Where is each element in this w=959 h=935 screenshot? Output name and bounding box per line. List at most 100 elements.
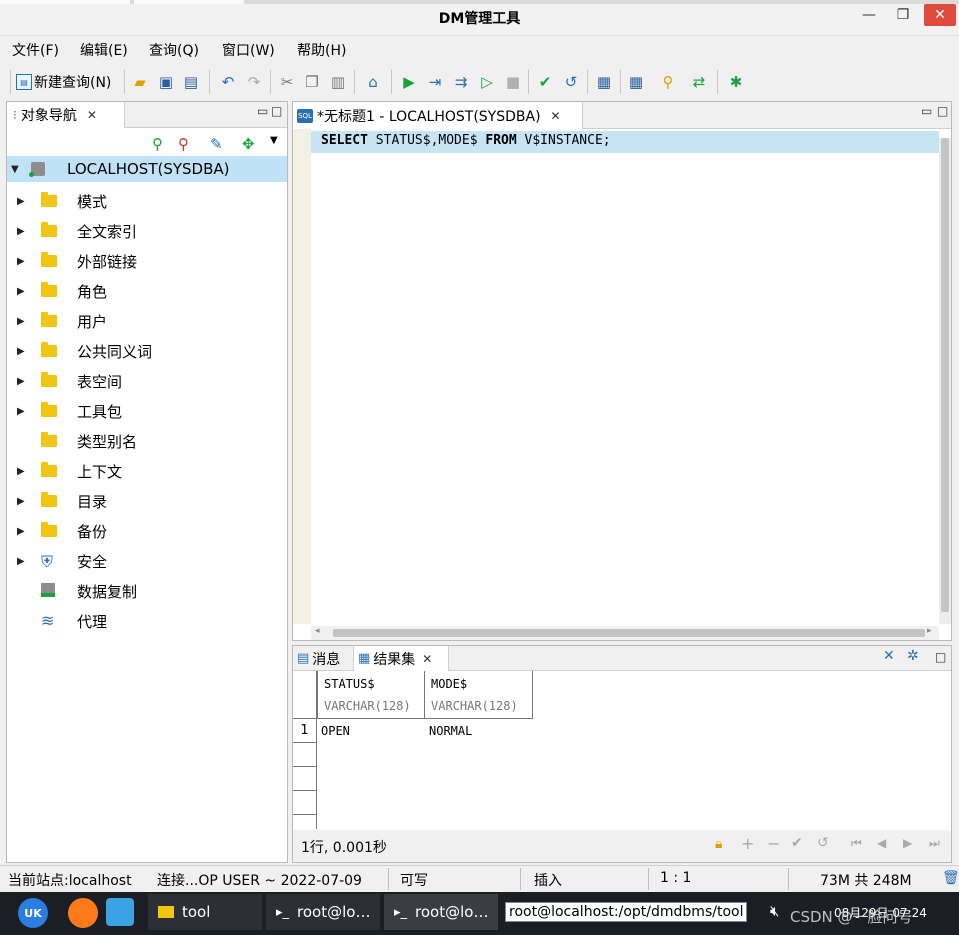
explain-icon[interactable]: ⇉ (450, 71, 472, 93)
paste-icon[interactable]: ▥ (327, 71, 349, 93)
expand-icon[interactable]: ▶ (17, 406, 25, 417)
expand-icon[interactable]: ▶ (17, 466, 25, 477)
expand-icon[interactable]: ▶ (17, 196, 25, 207)
next-page-icon[interactable]: ▶ (903, 836, 912, 850)
cut-icon[interactable]: ✂ (276, 71, 298, 93)
expand-icon[interactable]: ▶ (17, 346, 25, 357)
sql-code[interactable]: SELECT STATUS$,MODE$ FROM V$INSTANCE; (321, 133, 611, 148)
tab-resultset[interactable]: ▦ 结果集 ✕ (353, 646, 449, 671)
home-icon[interactable]: ⌂ (362, 71, 384, 93)
save-icon[interactable]: ▣ (155, 71, 177, 93)
run-icon[interactable]: ▶ (398, 71, 420, 93)
undo-icon[interactable]: ↶ (217, 71, 239, 93)
add-row-icon[interactable]: + (741, 834, 754, 853)
expand-icon[interactable]: ▶ (17, 496, 25, 507)
expand-icon[interactable]: ▶ (17, 376, 25, 387)
copy-icon[interactable]: ❐ (301, 71, 323, 93)
expand-all-icon[interactable]: ✥ (242, 135, 255, 153)
tree-item[interactable]: ▶ 表空间 (7, 366, 287, 396)
tree-item[interactable]: 数据复制 (7, 576, 287, 606)
tree-item[interactable]: ▶ 模式 (7, 186, 287, 216)
start-menu-icon[interactable]: UK (18, 898, 48, 928)
tab-messages[interactable]: ▤ 消息 (293, 646, 351, 671)
disconnect-icon[interactable]: ⚲ (178, 135, 189, 153)
rollback-icon[interactable]: ↺ (560, 71, 582, 93)
calendar-icon[interactable]: ▦ (593, 71, 615, 93)
debug-icon[interactable]: ✱ (725, 71, 747, 93)
scroll-right-icon[interactable]: ▸ (927, 626, 932, 636)
first-page-icon[interactable]: ⏮︎ (851, 836, 862, 851)
prev-page-icon[interactable]: ◀ (877, 836, 886, 850)
column-header-mode[interactable]: MODE$ VARCHAR(128) (425, 671, 533, 719)
open-icon[interactable]: ▰ (129, 71, 151, 93)
expand-icon[interactable]: ▶ (17, 226, 25, 237)
restore-icon[interactable]: ❐ (892, 4, 914, 26)
close-icon[interactable]: ✕ (924, 4, 956, 26)
cell-mode[interactable]: NORMAL (429, 724, 472, 738)
pin-results-icon[interactable]: ✲ (907, 648, 919, 664)
tree-item[interactable]: ▶ 目录 (7, 486, 287, 516)
close-tab-icon[interactable]: ✕ (551, 109, 561, 123)
menu-window[interactable]: 窗口(W) (222, 40, 275, 60)
maximize-icon[interactable]: □ (271, 104, 282, 118)
taskbar-item-tool[interactable]: tool (148, 894, 262, 930)
tree-root[interactable]: ▼ LOCALHOST(SYSDBA) (7, 156, 287, 182)
maximize-icon[interactable]: □ (935, 650, 946, 664)
minimize-icon[interactable]: — (858, 4, 880, 26)
menu-edit[interactable]: 编辑(E) (80, 40, 128, 60)
edit-icon[interactable]: ✎ (210, 135, 223, 153)
new-query-button[interactable]: ▤ 新建查询(N) (16, 71, 111, 93)
row-number[interactable]: 1 (293, 719, 317, 743)
tree-item[interactable]: ▶ 全文索引 (7, 216, 287, 246)
tree-item[interactable]: ▶ 角色 (7, 276, 287, 306)
tree-item[interactable]: ▶ 公共同义词 (7, 336, 287, 366)
menu-file[interactable]: 文件(F) (12, 40, 59, 60)
minimize-icon[interactable]: ▭ (257, 104, 268, 118)
tab-sql-editor[interactable]: SQL *无标题1 - LOCALHOST(SYSDBA) ✕ (293, 102, 583, 129)
tab-strip-tab[interactable] (134, 0, 244, 4)
firefox-icon[interactable] (68, 898, 98, 928)
tree-item[interactable]: 类型别名 (7, 426, 287, 456)
column-header-status[interactable]: STATUS$ VARCHAR(128) (317, 671, 425, 719)
expand-icon[interactable]: ▶ (17, 256, 25, 267)
expand-icon[interactable]: ▶ (17, 316, 25, 327)
expand-icon[interactable]: ▶ (17, 526, 25, 537)
connect-icon[interactable]: ⚲ (152, 135, 163, 153)
close-tab-icon[interactable]: ✕ (422, 652, 432, 666)
minimize-icon[interactable]: ▭ (921, 104, 932, 118)
clear-results-icon[interactable]: ✕ (883, 648, 895, 664)
file-manager-icon[interactable] (106, 898, 134, 926)
run-script-icon[interactable]: ▷ (476, 71, 498, 93)
commit-icon[interactable]: ✔ (534, 71, 556, 93)
taskbar-item-terminal[interactable]: ▸_ root@lo… (266, 894, 380, 930)
last-page-icon[interactable]: ⏭︎ (929, 836, 940, 851)
revert-icon[interactable]: ↺ (817, 835, 829, 851)
scroll-thumb[interactable] (333, 629, 925, 637)
scroll-left-icon[interactable]: ◂ (315, 626, 320, 636)
cell-status[interactable]: OPEN (321, 724, 350, 738)
tab-object-navigator[interactable]: ⁝ 对象导航 ✕ (7, 102, 125, 128)
view-menu-icon[interactable]: ▼ (270, 135, 278, 146)
tab-strip-tab[interactable] (0, 0, 130, 4)
tree-item[interactable]: ▶ 上下文 (7, 456, 287, 486)
tree-item[interactable]: ▶ 外部链接 (7, 246, 287, 276)
taskbar-item-tooltip[interactable]: root@localhost:/opt/dmdbms/tool (502, 894, 754, 930)
expand-icon[interactable]: ▶ (17, 556, 25, 567)
lock-icon[interactable]: 🔒︎ (715, 836, 722, 852)
confirm-icon[interactable]: ✔ (791, 835, 803, 851)
tree-item[interactable]: ▶ ⛨ 安全 (7, 546, 287, 576)
taskbar-item-terminal[interactable]: ▸_ root@lo… (384, 894, 498, 930)
save-all-icon[interactable]: ▤ (180, 71, 202, 93)
close-tab-icon[interactable]: ✕ (87, 108, 97, 122)
maximize-icon[interactable]: □ (937, 104, 948, 118)
menu-help[interactable]: 帮助(H) (297, 40, 346, 60)
tree-item[interactable]: ▶ 用户 (7, 306, 287, 336)
scroll-thumb[interactable] (941, 138, 949, 612)
tree-item[interactable]: ▶ 工具包 (7, 396, 287, 426)
expand-icon[interactable]: ▶ (17, 286, 25, 297)
search-icon[interactable]: ⚲ (657, 71, 679, 93)
delete-row-icon[interactable]: − (767, 834, 780, 853)
vertical-scrollbar[interactable] (939, 138, 951, 624)
tree-item[interactable]: ▶ 备份 (7, 516, 287, 546)
stop-icon[interactable]: ■ (502, 71, 524, 93)
